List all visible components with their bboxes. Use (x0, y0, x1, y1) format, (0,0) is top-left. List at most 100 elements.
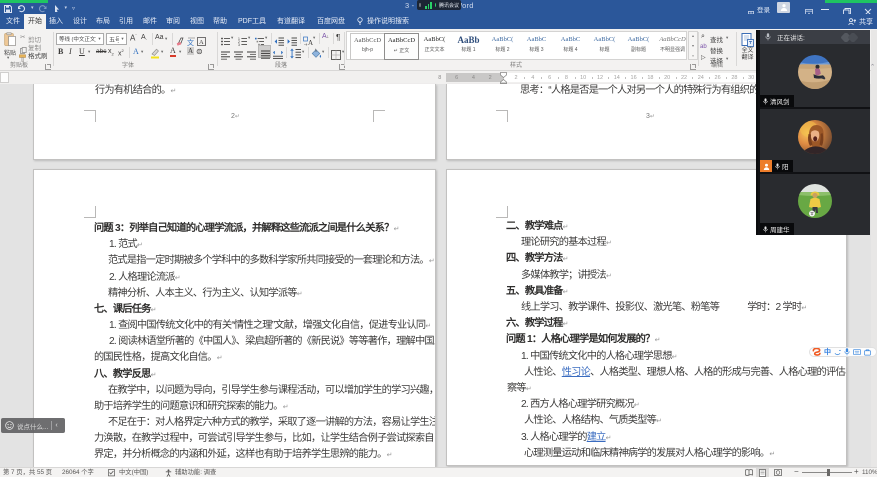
find-icon[interactable]: ⌕ (701, 33, 705, 41)
tab-file[interactable]: 文件 (3, 14, 23, 29)
shading-dropdown-icon[interactable]: ▾ (322, 50, 324, 55)
tellme-search[interactable]: 操作说明搜索 (366, 14, 410, 29)
tab-view[interactable]: 视图 (187, 14, 207, 29)
tab-home[interactable]: 开始 (24, 14, 46, 29)
tab-design[interactable]: 设计 (70, 14, 90, 29)
align-left-icon[interactable] (221, 47, 230, 65)
tab-baidu-netdisk[interactable]: 百度网盘 (316, 14, 346, 29)
justify-button-active[interactable] (258, 45, 271, 58)
zoom-out-button[interactable]: − (794, 468, 799, 476)
text-effects-icon[interactable]: A (133, 47, 139, 56)
tab-review[interactable]: 审阅 (163, 14, 183, 29)
highlight-dropdown-icon[interactable]: ▾ (161, 50, 163, 55)
strikethrough-button[interactable]: abc (96, 48, 106, 55)
accessibility-status[interactable]: 辅助功能: 调查 (175, 469, 216, 477)
video-tile-1[interactable]: 清风剑 (760, 44, 870, 107)
read-mode-view-icon[interactable] (742, 468, 755, 477)
borders-icon[interactable] (331, 47, 341, 65)
style-item[interactable]: AaBb标题 1 (452, 33, 485, 58)
clipboard-dialog-launcher-icon[interactable] (45, 64, 51, 70)
style-item[interactable]: AaBbCcD不明显强调 (656, 33, 689, 58)
style-item[interactable]: AaBbC(正文文本 (418, 33, 451, 58)
style-item[interactable]: AaBbC(标题 (588, 33, 621, 58)
sort-icon[interactable]: A↓ (322, 33, 329, 40)
meeting-panel-header[interactable]: 正在讲话: (760, 30, 870, 44)
line-spacing-dropdown-icon[interactable]: ▾ (302, 50, 304, 55)
style-item[interactable]: AaBbCcDbjh-p (350, 33, 385, 60)
language-indicator[interactable]: 中文(中国) (119, 469, 148, 477)
align-right-icon[interactable] (247, 47, 256, 65)
replace-label[interactable]: 替换 (710, 45, 723, 55)
vertical-scrollbar[interactable] (871, 30, 877, 467)
ruler-corner-box[interactable] (0, 72, 9, 83)
character-shading-icon[interactable]: A (187, 47, 194, 55)
subscript-button[interactable]: x2 (108, 48, 114, 56)
meeting-chat-quickbar[interactable]: 说点什么... ‹ (1, 418, 65, 433)
tab-help[interactable]: 帮助 (210, 14, 230, 29)
first-line-indent-marker[interactable] (500, 72, 507, 78)
full-translate-label1[interactable]: 全文 (739, 48, 756, 55)
full-translate-label2[interactable]: 翻译 (739, 55, 756, 62)
zoom-in-button[interactable]: + (854, 468, 859, 476)
style-item[interactable]: AaBbC标题 3 (520, 33, 553, 58)
zoom-slider-thumb[interactable] (827, 469, 830, 476)
style-item[interactable]: AaBbC(副标题 (622, 33, 655, 58)
select-dropdown-icon[interactable]: ▾ (726, 57, 728, 62)
line-spacing-icon[interactable] (290, 46, 301, 64)
show-marks-icon[interactable]: ¶ (336, 33, 340, 42)
sogou-logo-icon[interactable] (812, 348, 821, 357)
emoji-icon[interactable] (5, 421, 14, 430)
print-layout-view-icon[interactable] (756, 468, 769, 477)
chat-input-placeholder[interactable]: 说点什么... (17, 421, 48, 431)
change-case-icon[interactable]: Aa (155, 34, 164, 41)
find-dropdown-icon[interactable]: ▾ (726, 36, 728, 41)
tab-youdao-translate[interactable]: 有道翻译 (276, 14, 306, 29)
italic-button[interactable]: I (69, 47, 72, 56)
ime-emoticon-icon[interactable] (834, 349, 841, 356)
underline-dropdown-icon[interactable]: ▾ (88, 50, 90, 55)
zoom-level[interactable]: 110% (862, 469, 877, 477)
align-center-icon[interactable] (234, 47, 243, 65)
styles-gallery-scroll[interactable]: ▴▾▿ (688, 31, 698, 60)
video-tile-2[interactable]: 阳 (760, 109, 870, 172)
tab-pdf-tools[interactable]: PDF工具集 (235, 14, 269, 29)
font-dialog-launcher-icon[interactable] (208, 64, 214, 70)
replace-icon[interactable]: ab (700, 44, 707, 50)
ime-mode-chinese[interactable]: 中 (824, 349, 831, 356)
paste-label[interactable]: 粘贴 (2, 48, 18, 57)
tab-layout[interactable]: 布局 (93, 14, 113, 29)
superscript-button[interactable]: x2 (118, 48, 124, 57)
word-count[interactable]: 26064 个字 (62, 469, 94, 477)
tellme-bulb-icon[interactable] (356, 14, 364, 29)
format-painter-label[interactable]: 格式刷 (28, 50, 48, 60)
highlight-icon[interactable] (150, 46, 160, 64)
cut-icon[interactable]: ✂ (20, 33, 25, 41)
numbering-dropdown-icon[interactable]: ▾ (248, 36, 250, 41)
tab-references[interactable]: 引用 (116, 14, 136, 29)
style-item[interactable]: AaBbC标题 4 (554, 33, 587, 58)
font-name-combo[interactable]: 等线 (中文正文)▾ (56, 33, 104, 45)
video-tile-3[interactable]: 周建华 (760, 174, 870, 235)
enclose-characters-icon[interactable]: ⊜ (196, 47, 203, 56)
web-layout-view-icon[interactable] (771, 468, 784, 477)
account-avatar[interactable] (777, 2, 790, 13)
ime-toolbox-icon[interactable] (864, 349, 871, 356)
text-effects-dropdown-icon[interactable]: ▾ (141, 50, 143, 55)
styles-dialog-launcher-icon[interactable] (690, 64, 696, 70)
font-size-combo[interactable]: 五号▾ (106, 33, 127, 45)
bold-button[interactable]: B (58, 47, 63, 56)
paste-dropdown-icon[interactable]: ▾ (7, 56, 9, 61)
accessibility-icon[interactable] (165, 469, 172, 477)
tab-mailings[interactable]: 邮件 (140, 14, 160, 29)
style-item[interactable]: AaBbC(标题 2 (486, 33, 519, 58)
shading-icon[interactable] (311, 46, 322, 64)
tab-insert[interactable]: 插入 (46, 14, 66, 29)
grow-font-icon[interactable]: Aˆ (130, 33, 137, 43)
horizontal-ruler[interactable]: 864224681012141618202224262830 (446, 73, 757, 82)
multilevel-dropdown-icon[interactable]: ▾ (265, 36, 267, 41)
account-label[interactable]: 登录 (757, 4, 770, 14)
asian-layout-dropdown-icon[interactable]: ▾ (313, 36, 315, 41)
style-item[interactable]: AaBbCcD↵ 正文 (384, 33, 419, 60)
ime-keyboard-icon[interactable] (853, 349, 861, 356)
page-indicator[interactable]: 第 7 页，共 55 页 (3, 469, 52, 477)
